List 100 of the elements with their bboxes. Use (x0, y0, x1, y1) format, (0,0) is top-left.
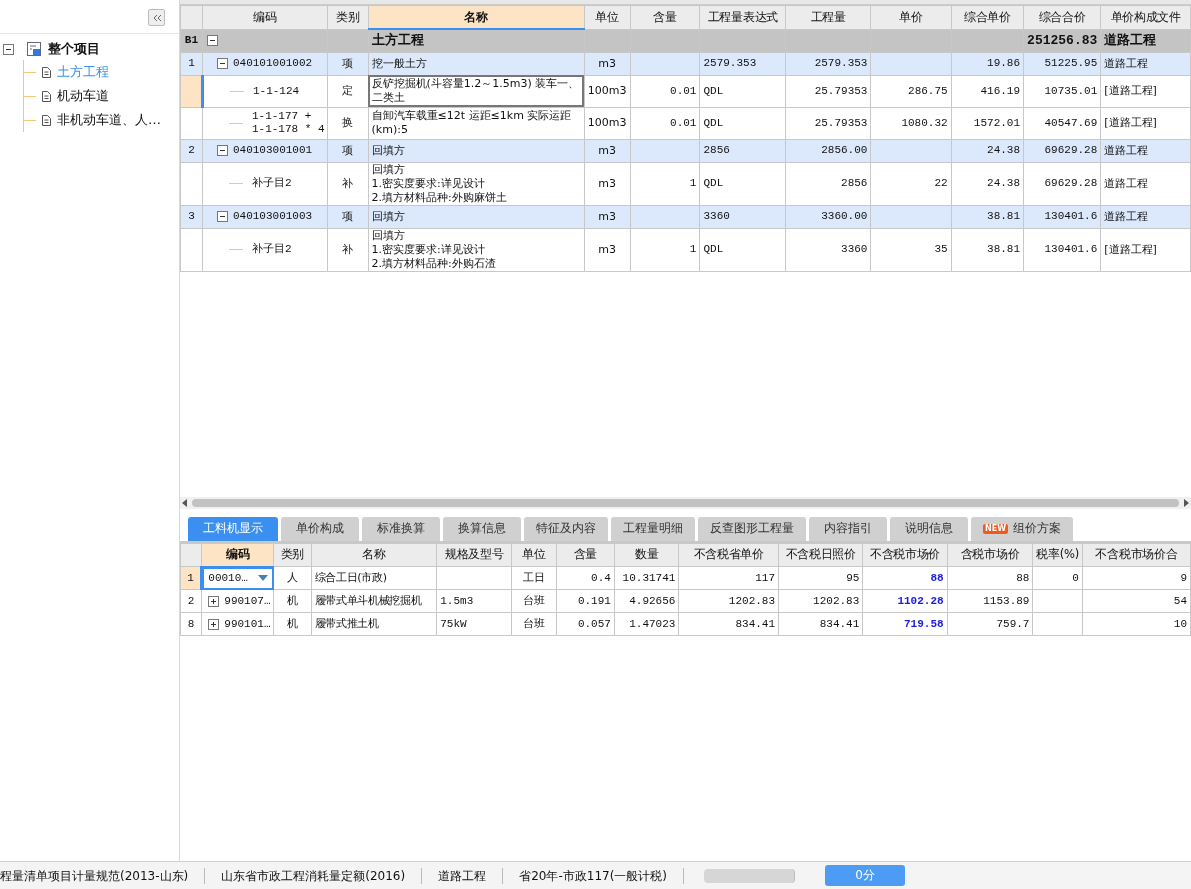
table-cell: 机 (287, 594, 298, 607)
table-cell: QDL (703, 84, 724, 97)
collapse-button[interactable] (148, 9, 165, 26)
table-cell: 台班 (523, 617, 545, 630)
tab[interactable]: NEW 组价方案 (971, 516, 1073, 541)
table-cell: 130401.6 (1044, 210, 1098, 222)
table-cell: 88 (1016, 571, 1030, 584)
left-arrow-icon (182, 498, 188, 507)
tree-item[interactable]: 非机动车道、人… (57, 111, 161, 129)
table-cell: 834.41 (819, 617, 860, 630)
column-header: 综合单价 (951, 5, 1024, 29)
column-header: 含税市场价 (947, 543, 1033, 567)
table-cell: 10735.01 (1044, 84, 1098, 97)
table-cell: 9 (1180, 571, 1187, 584)
table-cell: 综合工日(市政) (314, 571, 387, 584)
collapse-toggle[interactable] (216, 211, 228, 222)
table-cell: 416.19 (980, 84, 1021, 97)
table-cell: 台班 (523, 594, 545, 607)
tab[interactable]: 工程量明细 (611, 516, 695, 541)
table-cell: 24.38 (987, 177, 1021, 189)
table-cell: 3360 (841, 243, 868, 255)
table-cell: 1080.32 (901, 116, 948, 129)
table-cell: 2856 (703, 144, 730, 156)
table-cell: 补子目2 (251, 243, 292, 256)
table-cell: 40547.69 (1044, 116, 1098, 129)
tab[interactable]: 内容指引 (809, 516, 887, 541)
row-number: B1 (180, 29, 203, 52)
table-cell: 0.01 (670, 116, 697, 129)
table-cell: 道路工程 (1104, 209, 1149, 223)
table-cell: 1-1-124 (252, 84, 300, 98)
row-number: 2 (180, 589, 202, 613)
table-cell: QDL (703, 116, 724, 129)
column-header: 不含税日照价 (778, 543, 863, 567)
status-text: 道路工程 (422, 867, 504, 884)
project-icon (26, 41, 42, 57)
table-cell: 补子目2 (251, 177, 292, 190)
column-header: 单价构成文件 (1100, 5, 1191, 29)
expand-toggle[interactable] (208, 618, 220, 630)
table-cell: 道路工程 (1104, 32, 1157, 47)
tab[interactable]: 标准换算 (362, 516, 440, 541)
table-cell: 1.47023 (629, 617, 676, 630)
table-cell: 反铲挖掘机(斗容量1.2～1.5m3) 装车一、二类土 (371, 77, 580, 104)
table-cell: 道路工程 (1104, 176, 1149, 190)
status-text: 山东省市政工程消耗量定额(2016) (205, 867, 423, 884)
collapse-toggle[interactable] (3, 43, 14, 55)
table-cell: 1153.89 (983, 594, 1030, 607)
tab[interactable]: 特征及内容 (524, 516, 608, 541)
table-cell: 人 (287, 571, 298, 584)
table-cell: 履带式推土机 (314, 617, 379, 630)
double-chevron-icon (151, 13, 162, 22)
column-header: 规格及型号 (436, 543, 512, 567)
table-cell: 定 (342, 84, 354, 97)
table-cell: 回填方 (371, 143, 405, 157)
collapse-toggle[interactable] (216, 145, 228, 156)
tree-item[interactable]: 机动车道 (57, 87, 109, 105)
table-cell: 道路工程 (1104, 143, 1149, 157)
table-cell: 286.75 (908, 84, 948, 97)
table-cell: 项 (342, 209, 354, 223)
column-header: 名称 (368, 5, 585, 29)
plus-icon (209, 596, 219, 606)
table-cell: 1102.28 (897, 594, 944, 607)
tab[interactable]: 换算信息 (443, 516, 521, 541)
table-cell: 130401.6 (1044, 243, 1098, 255)
table-cell: 719.58 (904, 617, 944, 630)
horizontal-scrollbar[interactable] (180, 496, 1191, 509)
collapse-toggle[interactable] (206, 35, 218, 46)
table-cell: 回填方 1.密实度要求:详见设计 2.填方材料品种:外购石渣 (371, 229, 496, 270)
collapse-toggle[interactable] (216, 58, 228, 69)
column-header: 不含税市场价 (862, 543, 948, 567)
row-number: 3 (180, 205, 203, 228)
table-cell: 10 (1173, 617, 1187, 630)
column-header: 类别 (327, 5, 369, 29)
table-cell: 1 (689, 243, 697, 255)
table-cell: 38.81 (987, 243, 1021, 255)
caret-icon (258, 575, 269, 582)
tree-item[interactable]: 土方工程 (57, 63, 109, 81)
tab[interactable]: 说明信息 (890, 516, 968, 541)
expand-toggle[interactable] (208, 595, 220, 607)
table-cell: 1 (689, 177, 697, 189)
table-cell: QDL (703, 243, 724, 255)
tab[interactable]: 单价构成 (281, 516, 359, 541)
table-cell: 75kW (440, 617, 467, 630)
table-cell: 补 (342, 242, 354, 256)
column-header: 不含税省单价 (678, 543, 779, 567)
table-cell: 10.31741 (622, 571, 676, 584)
table-cell: 25.79353 (814, 116, 868, 129)
table-cell: 990101… (224, 617, 271, 631)
table-cell: 机 (287, 617, 298, 630)
column-header: 税率(%) (1032, 543, 1083, 567)
table-cell: 69629.28 (1044, 144, 1098, 156)
tree-item[interactable]: 整个项目 (48, 40, 100, 58)
table-cell: 2856 (841, 177, 868, 189)
table-cell: 4.92656 (629, 594, 676, 607)
tab[interactable]: 反查图形工程量 (698, 516, 806, 541)
row-number: 1 (180, 52, 203, 75)
column-header: 类别 (273, 543, 311, 567)
document-icon (41, 65, 52, 79)
plus-icon (209, 619, 219, 629)
right-arrow-icon (1183, 498, 1189, 507)
column-header: 工程量表达式 (699, 5, 786, 29)
